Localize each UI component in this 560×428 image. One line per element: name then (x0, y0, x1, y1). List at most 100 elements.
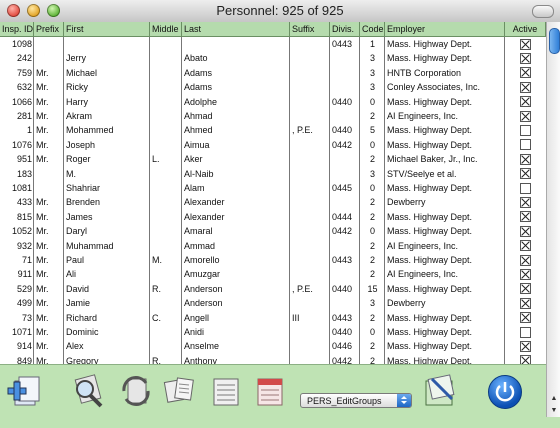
cell-prefix[interactable]: Mr. (34, 138, 64, 152)
cell-prefix[interactable] (34, 181, 64, 195)
cell-last[interactable]: Ahmed (182, 123, 290, 137)
cell-divis[interactable] (330, 66, 360, 80)
cell-divis[interactable]: 0443 (330, 37, 360, 51)
power-icon[interactable] (488, 375, 522, 409)
cell-suffix[interactable]: , P.E. (290, 123, 330, 137)
add-record-icon[interactable] (4, 371, 44, 411)
active-checkbox[interactable] (505, 95, 546, 109)
cell-prefix[interactable]: Mr. (34, 195, 64, 209)
cell-first[interactable]: Richard (64, 311, 150, 325)
cell-divis[interactable]: 0443 (330, 253, 360, 267)
cell-last[interactable]: Amaral (182, 224, 290, 238)
cell-suffix[interactable] (290, 339, 330, 353)
table-row[interactable]: 911 Mr. Ali Amuzgar 2 AI Engineers, Inc. (0, 267, 546, 281)
cell-prefix[interactable]: Mr. (34, 253, 64, 267)
cell-employer[interactable]: Mass. Highway Dept. (385, 325, 505, 339)
cell-middle[interactable] (150, 296, 182, 310)
table-row[interactable]: 1098 0443 1 Mass. Highway Dept. (0, 37, 546, 51)
cell-divis[interactable]: 0442 (330, 354, 360, 364)
vertical-scrollbar[interactable]: ▲ ▼ (546, 22, 560, 417)
cell-code[interactable]: 5 (360, 123, 385, 137)
cell-code[interactable]: 2 (360, 339, 385, 353)
cell-prefix[interactable] (34, 51, 64, 65)
cell-code[interactable]: 2 (360, 354, 385, 364)
cell-employer[interactable]: Mass. Highway Dept. (385, 181, 505, 195)
cell-first[interactable]: Alex (64, 339, 150, 353)
table-row[interactable]: 529 Mr. David R. Anderson, P.E. 0440 15 Mass. H… (0, 282, 546, 296)
table-row[interactable]: 932 Mr. Muhammad Ammad 2 AI Engineers, Inc. (0, 239, 546, 253)
column-header-middle[interactable]: Middle (150, 22, 182, 36)
active-checkbox[interactable] (505, 66, 546, 80)
cell-middle[interactable] (150, 239, 182, 253)
cell-suffix[interactable] (290, 138, 330, 152)
active-checkbox[interactable] (505, 123, 546, 137)
cell-middle[interactable] (150, 224, 182, 238)
cell-employer[interactable]: Mass. Highway Dept. (385, 123, 505, 137)
cell-suffix[interactable] (290, 66, 330, 80)
cell-employer[interactable]: Mass. Highway Dept. (385, 282, 505, 296)
cell-code[interactable]: 3 (360, 296, 385, 310)
cell-insp[interactable]: 1052 (0, 224, 34, 238)
cell-divis[interactable] (330, 296, 360, 310)
cell-last[interactable]: Al-Naib (182, 167, 290, 181)
cell-divis[interactable]: 0440 (330, 95, 360, 109)
column-header-employer[interactable]: Employer (385, 22, 505, 36)
cell-employer[interactable]: AI Engineers, Inc. (385, 239, 505, 253)
active-checkbox[interactable] (505, 267, 546, 281)
cell-last[interactable]: Alexander (182, 210, 290, 224)
table-row[interactable]: 849 Mr. Gregory R. Anthony 0442 2 Mass. Highway… (0, 354, 546, 364)
active-checkbox[interactable] (505, 195, 546, 209)
cell-last[interactable]: Anidi (182, 325, 290, 339)
cell-suffix[interactable] (290, 253, 330, 267)
cell-middle[interactable] (150, 195, 182, 209)
list-view-icon[interactable] (206, 371, 246, 411)
cell-first[interactable]: Muhammad (64, 239, 150, 253)
column-header-code[interactable]: Code (360, 22, 385, 36)
active-checkbox[interactable] (505, 37, 546, 51)
cell-suffix[interactable] (290, 239, 330, 253)
cell-suffix[interactable] (290, 152, 330, 166)
cell-first[interactable]: M. (64, 167, 150, 181)
cell-suffix[interactable] (290, 224, 330, 238)
cell-divis[interactable] (330, 167, 360, 181)
cell-middle[interactable] (150, 138, 182, 152)
cell-divis[interactable]: 0440 (330, 123, 360, 137)
cell-divis[interactable]: 0442 (330, 224, 360, 238)
cell-suffix[interactable] (290, 325, 330, 339)
table-row[interactable]: 183 M. Al-Naib 3 STV/Seelye et al. (0, 167, 546, 181)
active-checkbox[interactable] (505, 210, 546, 224)
cell-first[interactable]: Daryl (64, 224, 150, 238)
cell-divis[interactable]: 0440 (330, 282, 360, 296)
table-row[interactable]: 632 Mr. Ricky Adams 3 Conley Associates, Inc. (0, 80, 546, 94)
table-row[interactable]: 242 Jerry Abato 3 Mass. Highway Dept. (0, 51, 546, 65)
cell-divis[interactable] (330, 109, 360, 123)
cell-employer[interactable]: STV/Seelye et al. (385, 167, 505, 181)
refresh-icon[interactable] (116, 371, 156, 411)
cell-middle[interactable] (150, 210, 182, 224)
cell-code[interactable]: 3 (360, 80, 385, 94)
cell-first[interactable]: Paul (64, 253, 150, 267)
cell-code[interactable]: 2 (360, 152, 385, 166)
cell-suffix[interactable] (290, 296, 330, 310)
column-header-last[interactable]: Last (182, 22, 290, 36)
cell-prefix[interactable]: Mr. (34, 95, 64, 109)
cell-prefix[interactable] (34, 37, 64, 51)
cell-insp[interactable]: 1066 (0, 95, 34, 109)
cell-divis[interactable] (330, 239, 360, 253)
cell-employer[interactable]: AI Engineers, Inc. (385, 109, 505, 123)
active-checkbox[interactable] (505, 282, 546, 296)
layout-select[interactable]: PERS_EditGroups (300, 393, 412, 408)
cell-first[interactable]: Ricky (64, 80, 150, 94)
cell-suffix[interactable] (290, 37, 330, 51)
cell-employer[interactable]: Mass. Highway Dept. (385, 95, 505, 109)
cell-prefix[interactable]: Mr. (34, 210, 64, 224)
cell-insp[interactable]: 242 (0, 51, 34, 65)
cell-code[interactable]: 2 (360, 239, 385, 253)
cell-last[interactable]: Adams (182, 80, 290, 94)
cell-middle[interactable]: M. (150, 253, 182, 267)
cell-first[interactable]: Dominic (64, 325, 150, 339)
cell-middle[interactable] (150, 267, 182, 281)
cell-first[interactable]: Brenden (64, 195, 150, 209)
cell-suffix[interactable] (290, 167, 330, 181)
cell-first[interactable]: Jerry (64, 51, 150, 65)
